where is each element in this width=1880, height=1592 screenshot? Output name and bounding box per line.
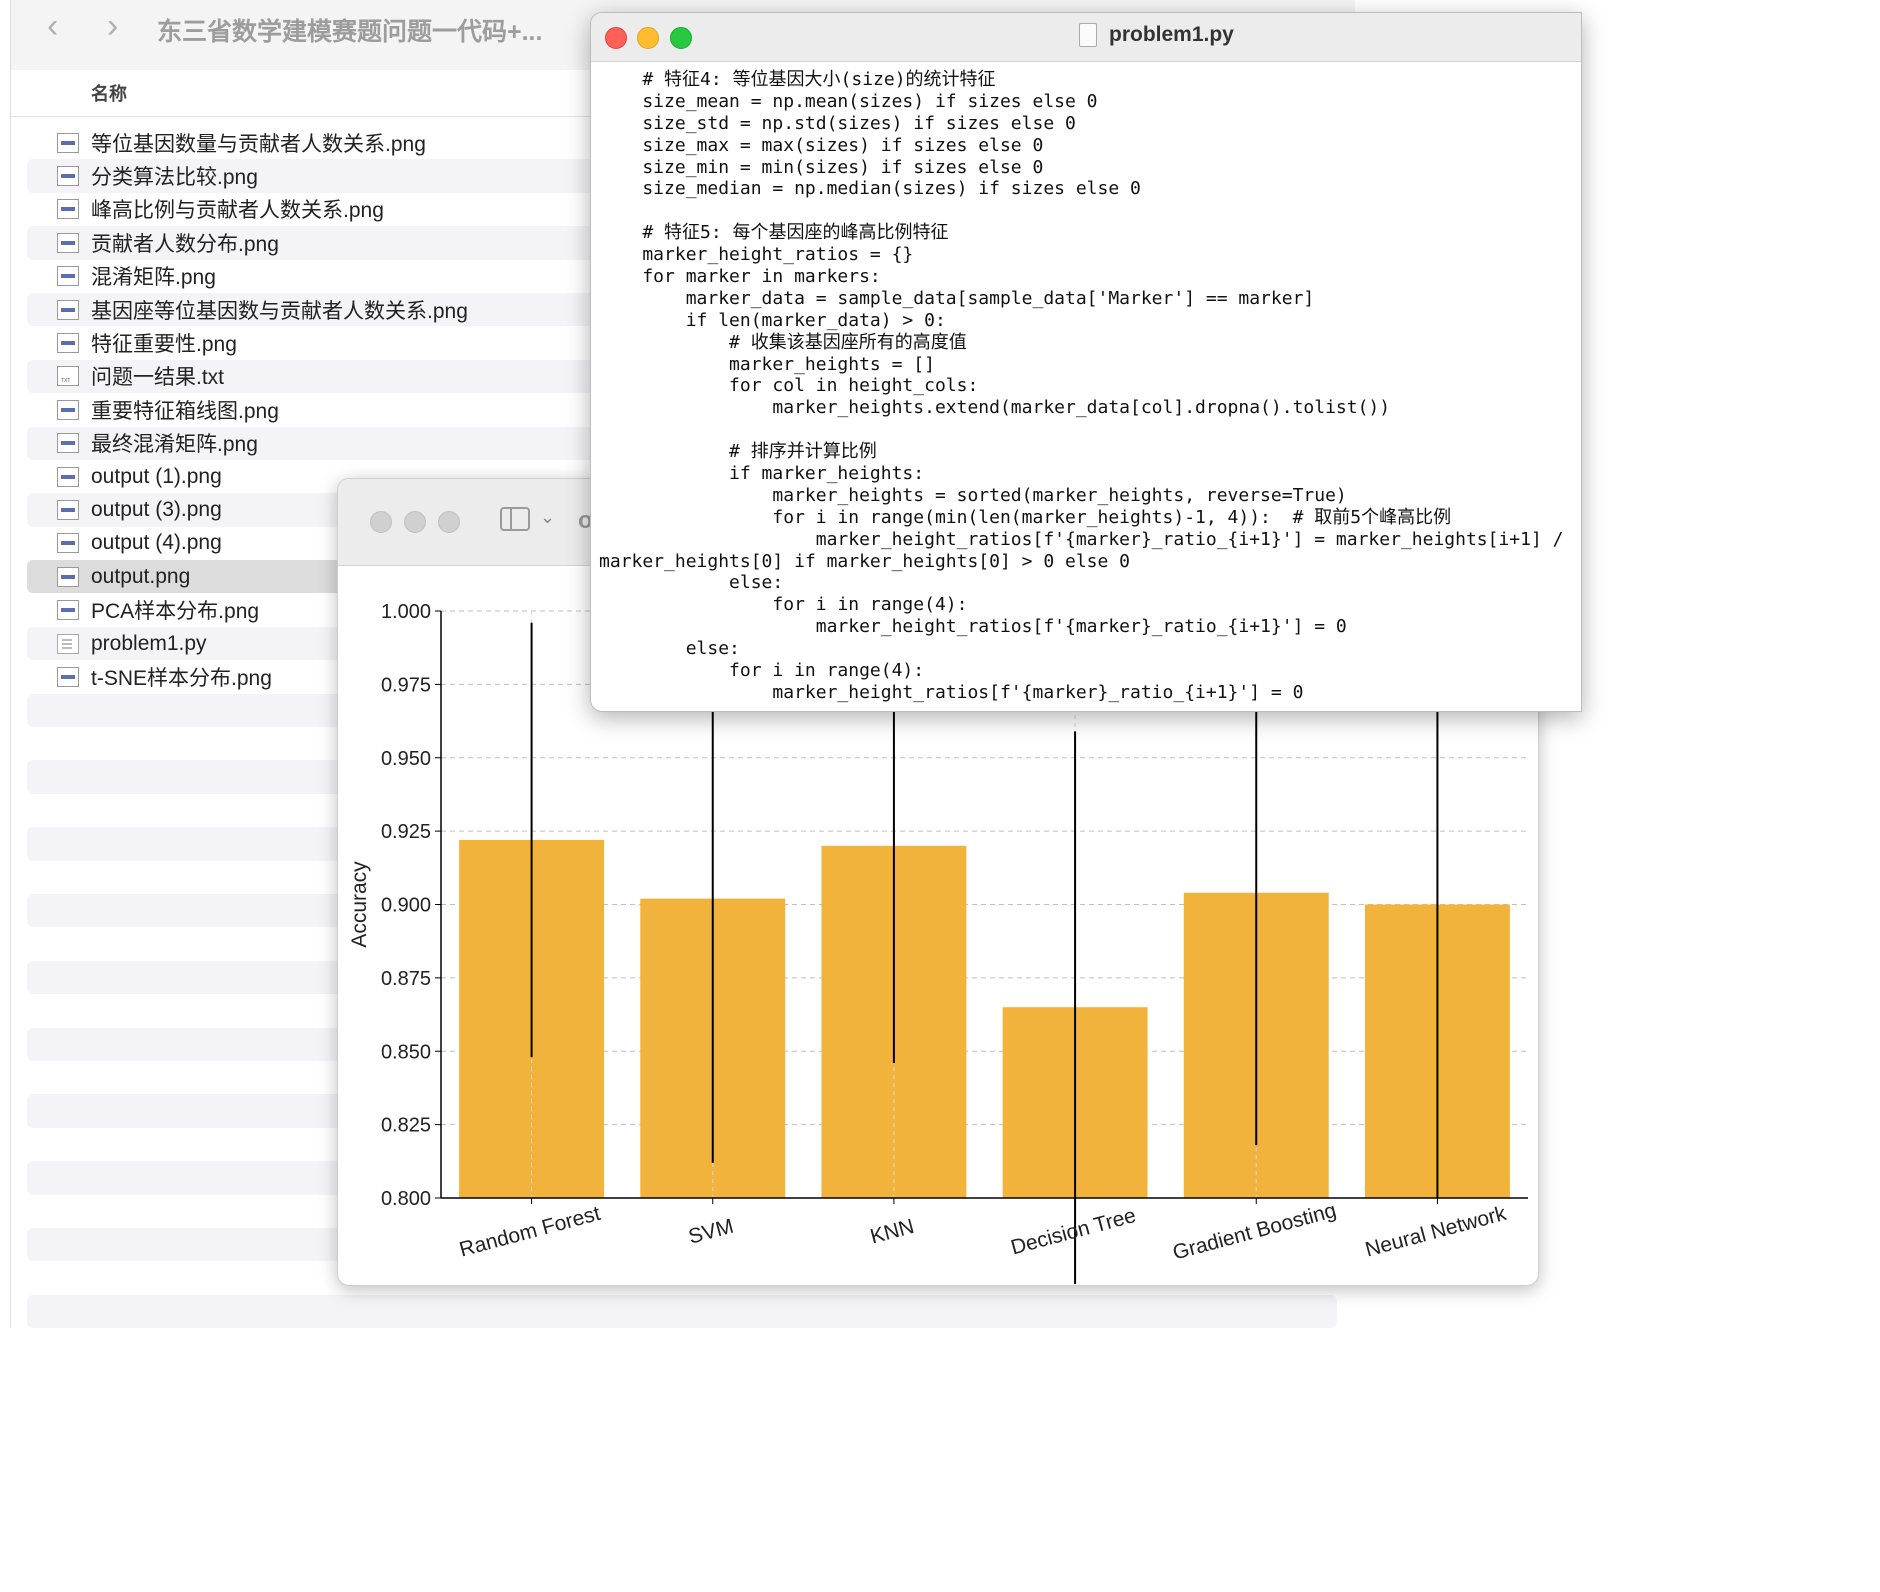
- image-file-icon: [57, 566, 79, 587]
- code-line: else:: [599, 638, 740, 660]
- y-tick-label: 0.925: [381, 821, 431, 843]
- image-file-icon: [57, 433, 79, 454]
- y-tick-label: 0.900: [381, 895, 431, 917]
- code-line: if marker_heights:: [599, 463, 925, 485]
- file-name: problem1.py: [91, 631, 207, 655]
- file-name: 特征重要性.png: [91, 333, 237, 357]
- file-name: 贡献者人数分布.png: [91, 232, 279, 256]
- code-line: else:: [599, 572, 784, 594]
- code-line: size_median = np.median(sizes) if sizes …: [599, 178, 1141, 200]
- image-file-icon: [57, 266, 79, 287]
- minimize-button[interactable]: [637, 27, 659, 49]
- image-file-icon: [57, 399, 79, 420]
- x-tick-label: Gradient Boosting: [1170, 1199, 1338, 1265]
- file-name: 等位基因数量与贡献者人数关系.png: [91, 132, 426, 156]
- empty-row: [27, 1294, 1337, 1329]
- y-tick-label: 0.800: [381, 1188, 431, 1210]
- code-line: marker_height_ratios[f'{marker}_ratio_{i…: [599, 528, 1564, 550]
- y-tick-label: 1.000: [381, 601, 431, 623]
- code-body[interactable]: # 特征4: 等位基因大小(size)的统计特征 size_mean = np.…: [599, 69, 1581, 711]
- y-tick-label: 0.850: [381, 1041, 431, 1063]
- document-icon: [1079, 23, 1097, 47]
- file-name: output (3).png: [91, 497, 222, 521]
- file-name: 重要特征箱线图.png: [91, 399, 279, 423]
- back-button[interactable]: ‹: [47, 8, 58, 44]
- image-file-icon: [57, 299, 79, 320]
- code-title-group: problem1.py: [1079, 23, 1234, 47]
- image-file-icon: [57, 533, 79, 554]
- file-name: 混淆矩阵.png: [91, 266, 216, 290]
- code-titlebar: problem1.py: [591, 13, 1581, 62]
- code-line: marker_heights.extend(marker_data[col].d…: [599, 397, 1391, 419]
- code-editor-window: problem1.py # 特征4: 等位基因大小(size)的统计特征 siz…: [590, 12, 1582, 712]
- image-file-icon: [57, 166, 79, 187]
- text-file-icon: [57, 366, 79, 387]
- preview-close-button[interactable]: [370, 511, 392, 533]
- image-file-icon: [57, 466, 79, 487]
- image-file-icon: [57, 232, 79, 253]
- chevron-down-icon[interactable]: ⌄: [540, 507, 555, 528]
- python-file-icon: [57, 633, 79, 654]
- file-name: PCA样本分布.png: [91, 600, 260, 624]
- image-file-icon: [57, 499, 79, 520]
- preview-zoom-button[interactable]: [438, 511, 460, 533]
- x-tick-label: Random Forest: [457, 1202, 603, 1262]
- code-line: if len(marker_data) > 0:: [599, 309, 946, 331]
- x-tick-label: SVM: [686, 1215, 736, 1249]
- code-line: for i in range(min(len(marker_heights)-1…: [599, 506, 1452, 528]
- code-window-title: problem1.py: [1109, 23, 1234, 46]
- sidebar-toggle-icon[interactable]: [500, 507, 530, 531]
- code-line: marker_heights = []: [599, 353, 935, 375]
- file-name: 最终混淆矩阵.png: [91, 433, 258, 457]
- y-tick-label: 0.975: [381, 674, 431, 696]
- code-line: size_mean = np.mean(sizes) if sizes else…: [599, 90, 1098, 112]
- code-line: size_min = min(sizes) if sizes else 0: [599, 156, 1044, 178]
- preview-minimize-button[interactable]: [404, 511, 426, 533]
- code-line: # 收集该基因座所有的高度值: [599, 331, 967, 353]
- code-line: # 特征4: 等位基因大小(size)的统计特征: [599, 69, 996, 90]
- file-name: output (1).png: [91, 464, 222, 488]
- code-line: for marker in markers:: [599, 266, 881, 288]
- y-tick-label: 0.825: [381, 1115, 431, 1137]
- code-line: size_max = max(sizes) if sizes else 0: [599, 134, 1044, 156]
- x-tick-label: KNN: [868, 1215, 917, 1249]
- image-file-icon: [57, 600, 79, 621]
- file-name: output (4).png: [91, 531, 222, 555]
- code-line: marker_heights = sorted(marker_heights, …: [599, 484, 1347, 506]
- file-name: 峰高比例与贡献者人数关系.png: [91, 199, 384, 223]
- code-line: for col in height_cols:: [599, 375, 979, 397]
- column-header-name[interactable]: 名称: [91, 80, 127, 106]
- image-file-icon: [57, 666, 79, 687]
- y-tick-label: 0.875: [381, 968, 431, 990]
- y-tick-label: 0.950: [381, 748, 431, 770]
- code-line: for i in range(4):: [599, 594, 968, 616]
- close-button[interactable]: [605, 27, 627, 49]
- code-line: marker_heights[0] if marker_heights[0] >…: [599, 550, 1131, 572]
- code-line: marker_height_ratios[f'{marker}_ratio_{i…: [599, 616, 1347, 638]
- zoom-button[interactable]: [670, 27, 692, 49]
- forward-button[interactable]: ›: [107, 8, 118, 44]
- x-tick-label: Decision Tree: [1008, 1204, 1138, 1259]
- code-line: # 特征5: 每个基因座的峰高比例特征: [599, 222, 949, 244]
- file-name: 问题一结果.txt: [91, 366, 225, 390]
- y-axis-label: Accuracy: [348, 861, 371, 948]
- code-line: marker_height_ratios = {}: [599, 244, 914, 266]
- code-line: for i in range(4):: [599, 660, 925, 682]
- file-name: output.png: [91, 564, 191, 588]
- image-file-icon: [57, 132, 79, 153]
- image-file-icon: [57, 199, 79, 220]
- code-line: marker_height_ratios[f'{marker}_ratio_{i…: [599, 681, 1304, 703]
- file-name: 分类算法比较.png: [91, 166, 258, 190]
- file-name: 基因座等位基因数与贡献者人数关系.png: [91, 299, 468, 323]
- file-name: t-SNE样本分布.png: [91, 666, 272, 690]
- x-tick-label: Neural Network: [1363, 1202, 1509, 1262]
- code-line: marker_data = sample_data[sample_data['M…: [599, 287, 1315, 309]
- code-line: # 排序并计算比例: [599, 441, 877, 463]
- code-line: size_std = np.std(sizes) if sizes else 0: [599, 112, 1076, 134]
- image-file-icon: [57, 333, 79, 354]
- finder-folder-title: 东三省数学建模赛题问题一代码+...: [157, 18, 543, 46]
